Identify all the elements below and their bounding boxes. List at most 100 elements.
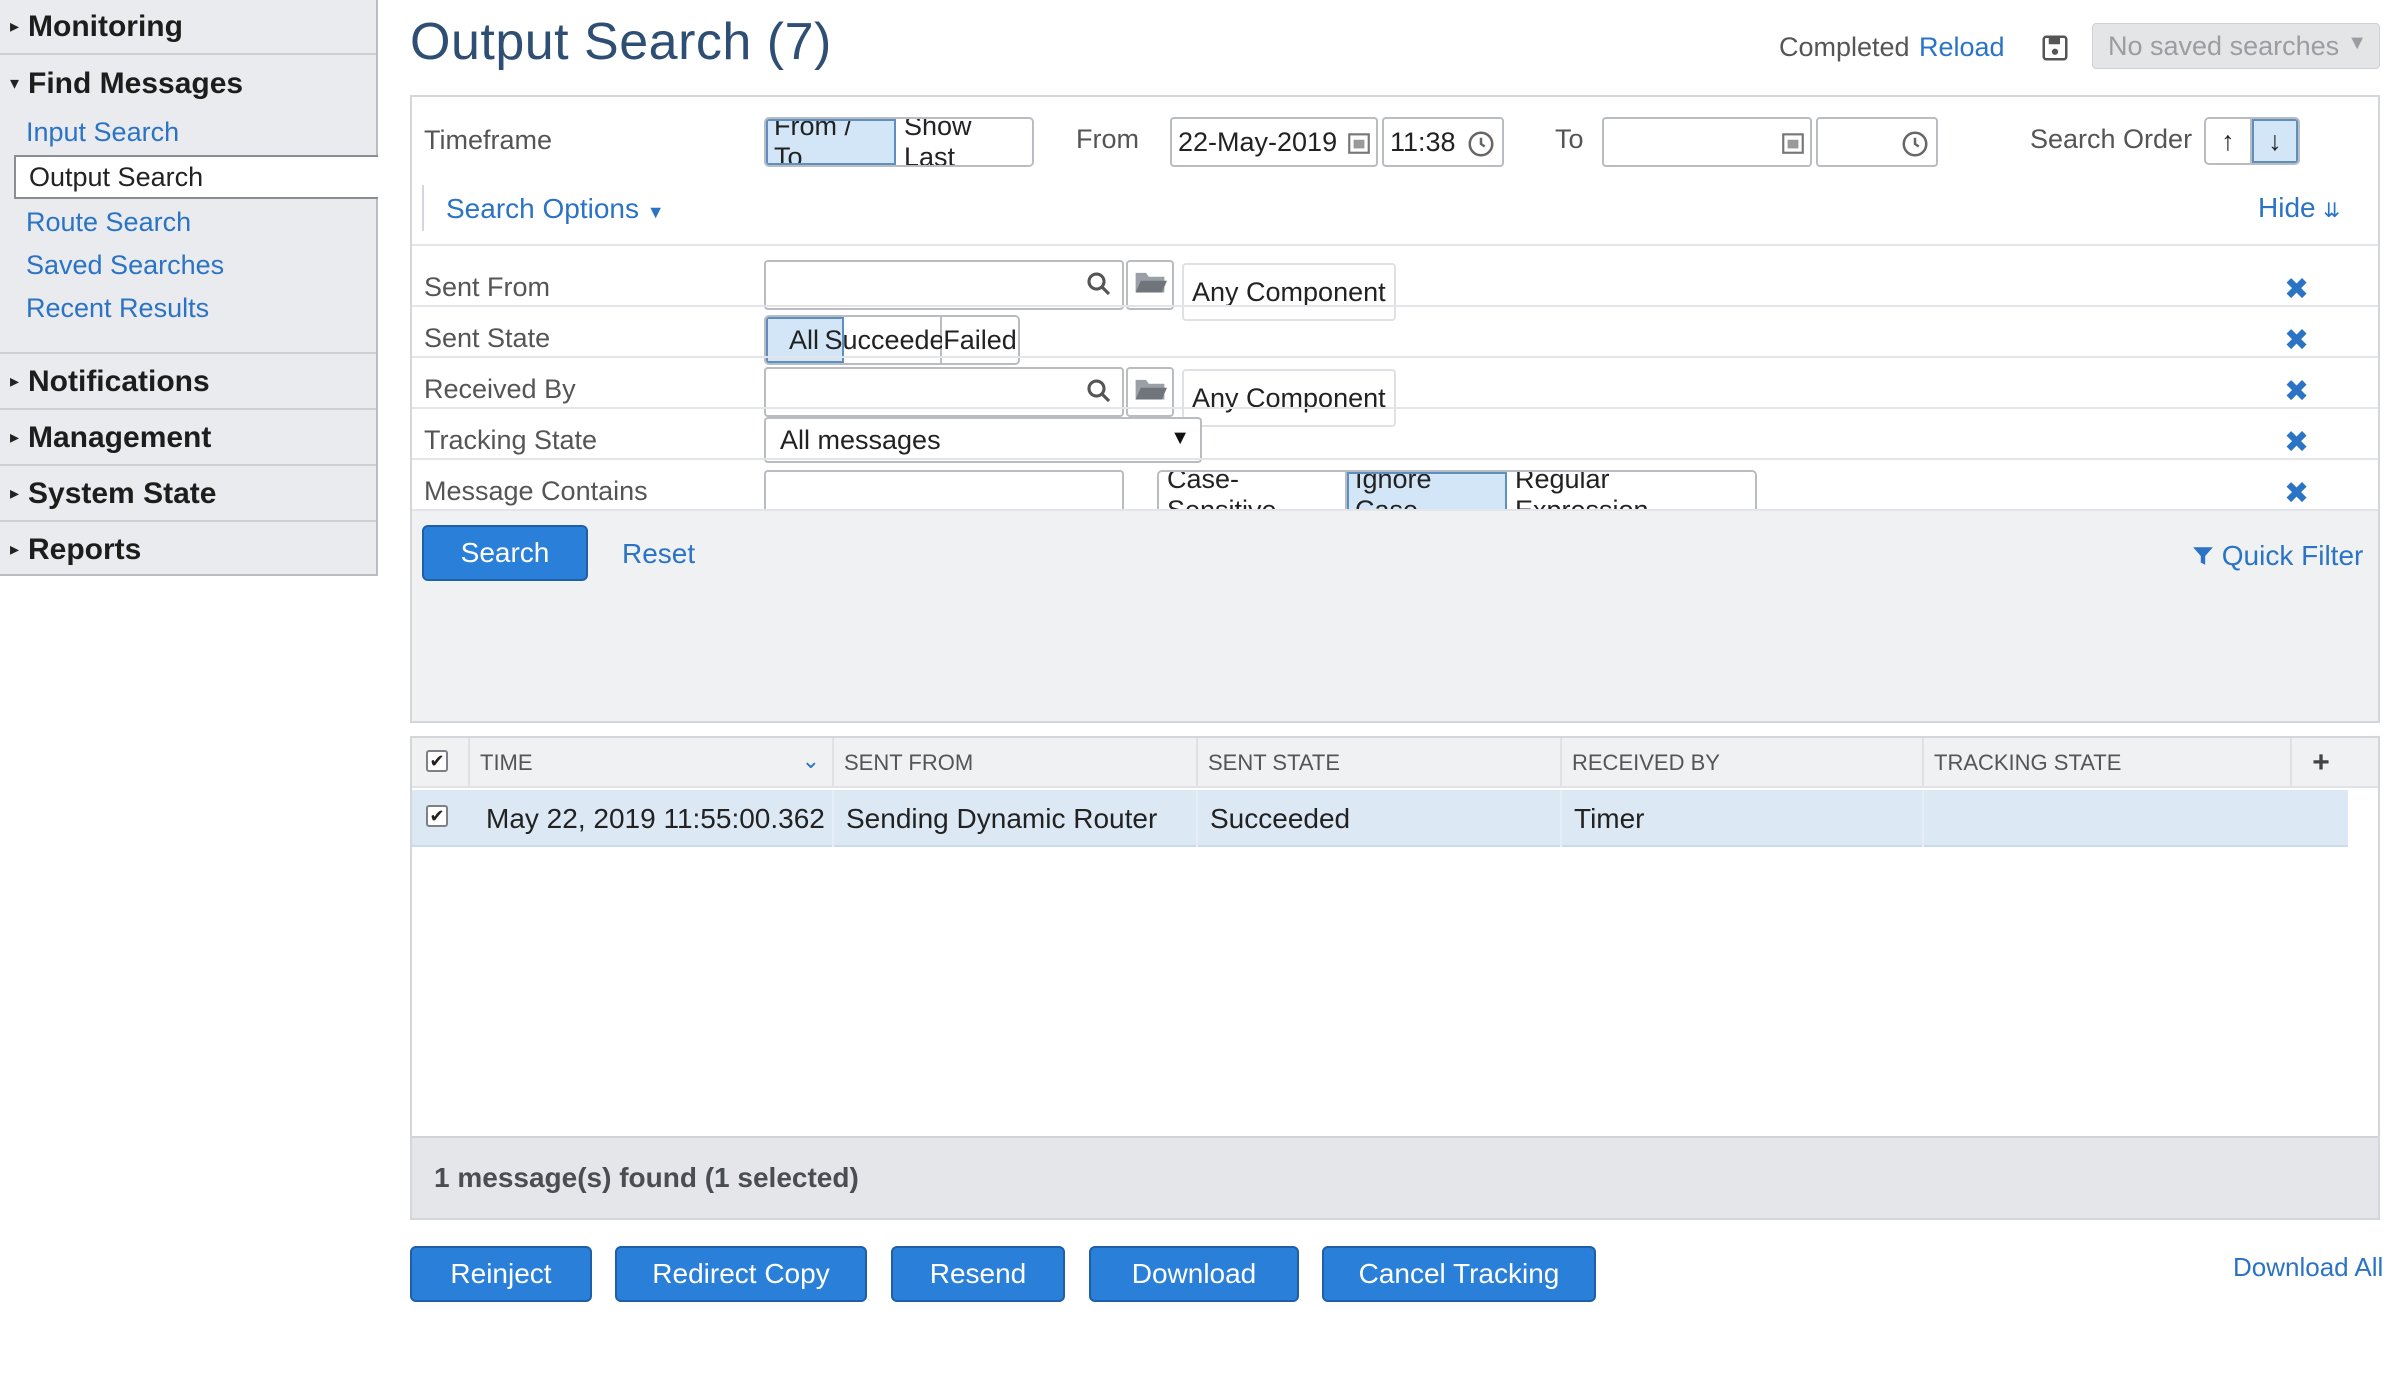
cell-sent-from: Sending Dynamic Router: [832, 790, 1196, 847]
sidebar-section-label: Notifications: [28, 364, 210, 398]
caret-down-icon: ▾: [10, 73, 20, 93]
to-label: To: [1555, 124, 1584, 154]
quick-filter-label: Quick Filter: [2221, 540, 2364, 571]
sidebar-section-monitoring[interactable]: ▸ Monitoring: [0, 0, 376, 55]
timeframe-label: Timeframe: [424, 125, 553, 155]
table-header: ✔ TIME ⌄ SENT FROM SENT STATE RECEIVED B…: [412, 738, 2378, 788]
timeframe-from-to-option[interactable]: From / To: [766, 119, 896, 165]
search-actions-bar: [412, 509, 2378, 721]
cell-sent-state: Succeeded: [1196, 790, 1560, 847]
sidebar-item-input-search[interactable]: Input Search: [0, 110, 376, 154]
tracking-state-label: Tracking State: [424, 425, 598, 455]
sort-descending-button[interactable]: ↓: [2252, 119, 2298, 163]
search-order-label: Search Order: [2030, 124, 2193, 154]
to-time-field[interactable]: [1816, 117, 1938, 167]
remove-filter-close-icon[interactable]: ✖: [2284, 425, 2309, 460]
hide-toggle[interactable]: Hide ⇊: [2258, 192, 2340, 224]
sidebar-item-recent-results[interactable]: Recent Results: [0, 286, 376, 330]
sidebar: ▸ Monitoring ▾ Find Messages Input Searc…: [0, 0, 378, 576]
sidebar-section-label: Monitoring: [28, 9, 183, 43]
folder-icon: [1133, 374, 1167, 411]
cancel-tracking-button[interactable]: Cancel Tracking: [1322, 1246, 1596, 1302]
from-date-field[interactable]: 22-May-2019: [1170, 117, 1378, 167]
tracking-state-select[interactable]: All messages ▼: [764, 417, 1202, 463]
column-header-received-by[interactable]: RECEIVED BY: [1560, 738, 1922, 788]
caret-right-icon: ▸: [10, 371, 20, 391]
message-contains-label: Message Contains: [424, 476, 648, 506]
timeframe-show-last-option[interactable]: Show Last: [896, 119, 1032, 165]
page-title: Output Search (7): [410, 13, 832, 71]
sent-from-component[interactable]: Any Component: [1182, 263, 1396, 321]
saved-searches-value: No saved searches: [2108, 30, 2340, 61]
from-date-value: 22-May-2019: [1178, 126, 1338, 157]
folder-browse-button[interactable]: [1126, 260, 1174, 310]
cell-tracking-state: [1922, 790, 2290, 847]
sidebar-section-label: System State: [28, 476, 217, 510]
download-all-link[interactable]: Download All: [2233, 1252, 2383, 1283]
sidebar-section-notifications[interactable]: ▸ Notifications: [0, 355, 376, 410]
sidebar-item-saved-searches[interactable]: Saved Searches: [0, 243, 376, 287]
sidebar-section-system-state[interactable]: ▸ System State: [0, 467, 376, 522]
calendar-icon[interactable]: [1780, 130, 1806, 163]
arrow-down-icon: ↓: [2268, 125, 2282, 156]
sidebar-section-reports[interactable]: ▸ Reports: [0, 522, 376, 577]
reinject-button[interactable]: Reinject: [410, 1246, 592, 1302]
received-by-component[interactable]: Any Component: [1182, 369, 1396, 427]
resend-button[interactable]: Resend: [891, 1246, 1065, 1302]
column-header-sent-state[interactable]: SENT STATE: [1196, 738, 1560, 788]
caret-right-icon: ▸: [10, 427, 20, 447]
sidebar-section-management[interactable]: ▸ Management: [0, 411, 376, 466]
select-all-checkbox[interactable]: ✔: [426, 750, 448, 772]
save-icon[interactable]: [2040, 33, 2070, 63]
table-row[interactable]: ✔ May 22, 2019 11:55:00.362 Sending Dyna…: [412, 790, 2348, 847]
chevron-down-icon[interactable]: ⌄: [802, 748, 820, 774]
column-header-tracking-state[interactable]: TRACKING STATE: [1922, 738, 2290, 788]
tracking-state-value: All messages: [780, 424, 941, 455]
clock-icon[interactable]: [1466, 129, 1496, 166]
remove-filter-close-icon[interactable]: ✖: [2284, 323, 2309, 358]
to-date-field[interactable]: [1602, 117, 1812, 167]
received-by-input[interactable]: [764, 367, 1124, 417]
sidebar-item-output-search[interactable]: Output Search: [14, 155, 378, 199]
from-time-value: 11:38: [1390, 126, 1456, 157]
redirect-copy-button[interactable]: Redirect Copy: [615, 1246, 867, 1302]
clock-icon[interactable]: [1900, 129, 1930, 166]
remove-filter-close-icon[interactable]: ✖: [2284, 272, 2309, 307]
caret-right-icon: ▸: [10, 539, 20, 559]
sort-ascending-button[interactable]: ↑: [2206, 119, 2252, 163]
download-button[interactable]: Download: [1089, 1246, 1299, 1302]
timeframe-mode-toggle: From / To Show Last: [764, 117, 1034, 167]
reset-link[interactable]: Reset: [622, 538, 695, 570]
caret-down-icon: ▼: [1170, 427, 1190, 449]
caret-right-icon: ▸: [10, 16, 20, 36]
search-icon[interactable]: [1084, 269, 1114, 306]
calendar-icon[interactable]: [1346, 130, 1372, 163]
search-options-toggle[interactable]: Search Options ▼: [446, 193, 665, 225]
column-header-time[interactable]: TIME ⌄: [468, 738, 832, 788]
add-column-button[interactable]: +: [2290, 738, 2350, 788]
checkmark-icon: ✔: [429, 806, 445, 826]
sidebar-section-label: Management: [28, 420, 212, 454]
results-table: ✔ TIME ⌄ SENT FROM SENT STATE RECEIVED B…: [410, 736, 2380, 1220]
cell-received-by: Timer: [1560, 790, 1922, 847]
caret-down-icon: ▼: [646, 202, 665, 222]
arrow-up-icon: ↑: [2221, 125, 2235, 156]
folder-browse-button[interactable]: [1126, 367, 1174, 417]
saved-searches-select[interactable]: No saved searches ▼: [2092, 23, 2380, 69]
sidebar-section-find-messages[interactable]: ▾ Find Messages: [0, 56, 376, 111]
sidebar-item-route-search[interactable]: Route Search: [0, 200, 376, 244]
divider: [0, 352, 376, 354]
quick-filter-link[interactable]: Quick Filter: [2192, 540, 2363, 572]
caret-right-icon: ▸: [10, 483, 20, 503]
row-checkbox[interactable]: ✔: [426, 805, 448, 827]
search-button[interactable]: Search: [422, 525, 588, 581]
column-header-sent-from[interactable]: SENT FROM: [832, 738, 1196, 788]
divider: [412, 305, 2378, 307]
from-time-field[interactable]: 11:38: [1382, 117, 1504, 167]
remove-filter-close-icon[interactable]: ✖: [2284, 476, 2309, 511]
sent-from-input[interactable]: [764, 260, 1124, 310]
chevron-down-icon: ▼: [2347, 32, 2367, 54]
reload-link[interactable]: Reload: [1919, 32, 2005, 63]
filter-icon: [2192, 540, 2222, 571]
remove-filter-close-icon[interactable]: ✖: [2284, 374, 2309, 409]
